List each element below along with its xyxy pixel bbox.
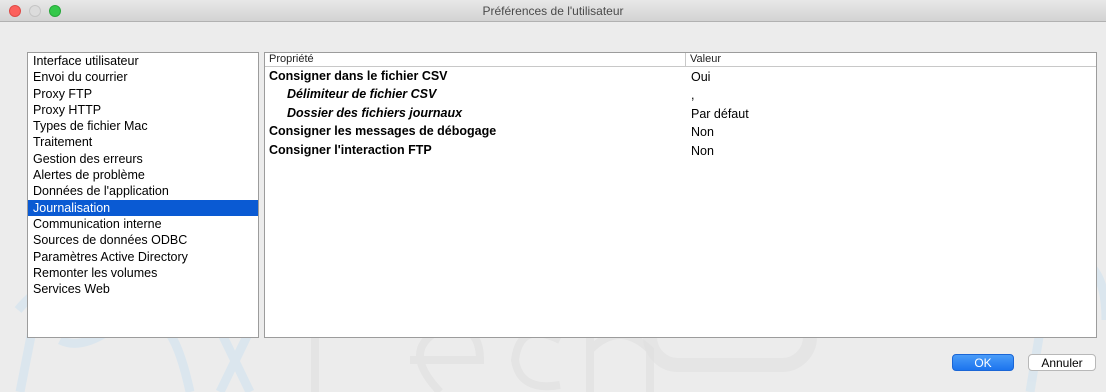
property-name: Consigner dans le fichier CSV [269, 69, 448, 83]
category-item[interactable]: Proxy FTP [28, 86, 258, 102]
category-item[interactable]: Services Web [28, 281, 258, 297]
ok-button[interactable]: OK [952, 354, 1014, 371]
table-row[interactable]: Délimiteur de fichier CSV , [265, 85, 1096, 103]
window-title: Préférences de l'utilisateur [482, 4, 624, 18]
category-item[interactable]: Sources de données ODBC [28, 232, 258, 248]
property-name: Délimiteur de fichier CSV [287, 87, 437, 102]
column-header-property[interactable]: Propriété [269, 53, 314, 66]
property-name: Consigner l'interaction FTP [269, 142, 432, 157]
category-item[interactable]: Données de l'application [28, 183, 258, 199]
property-value[interactable]: Non [691, 123, 714, 141]
preferences-window: Préférences de l'utilisateur Interface u… [0, 0, 1106, 392]
category-item[interactable]: Traitement [28, 134, 258, 150]
table-row[interactable]: Consigner l'interaction FTP Non [265, 141, 1096, 159]
category-item[interactable]: Proxy HTTP [28, 102, 258, 118]
category-item[interactable]: Gestion des erreurs [28, 151, 258, 167]
category-item[interactable]: Alertes de problème [28, 167, 258, 183]
category-item[interactable]: Envoi du courrier [28, 69, 258, 85]
table-row[interactable]: Consigner dans le fichier CSV Oui [265, 67, 1096, 85]
property-value[interactable]: , [691, 86, 694, 104]
category-item[interactable]: Interface utilisateur [28, 53, 258, 69]
table-row[interactable]: Consigner les messages de débogage Non [265, 122, 1096, 140]
category-item[interactable]: Types de fichier Mac [28, 118, 258, 134]
cancel-button[interactable]: Annuler [1028, 354, 1096, 371]
property-name: Dossier des fichiers journaux [287, 105, 463, 120]
category-item[interactable]: Communication interne [28, 216, 258, 232]
property-value[interactable]: Oui [691, 68, 710, 86]
category-item-selected[interactable]: Journalisation [28, 199, 258, 216]
table-header: Propriété Valeur [265, 53, 1096, 67]
category-item[interactable]: Paramètres Active Directory [28, 249, 258, 265]
title-bar[interactable]: Préférences de l'utilisateur [0, 0, 1106, 22]
property-table[interactable]: Propriété Valeur Consigner dans le fichi… [264, 52, 1097, 338]
property-value[interactable]: Par défaut [691, 105, 749, 123]
column-header-value[interactable]: Valeur [685, 53, 721, 66]
property-name: Consigner les messages de débogage [269, 124, 497, 139]
table-row[interactable]: Dossier des fichiers journaux Par défaut [265, 104, 1096, 122]
category-list[interactable]: Interface utilisateur Envoi du courrier … [27, 52, 259, 338]
category-item[interactable]: Remonter les volumes [28, 265, 258, 281]
property-value[interactable]: Non [691, 142, 714, 160]
